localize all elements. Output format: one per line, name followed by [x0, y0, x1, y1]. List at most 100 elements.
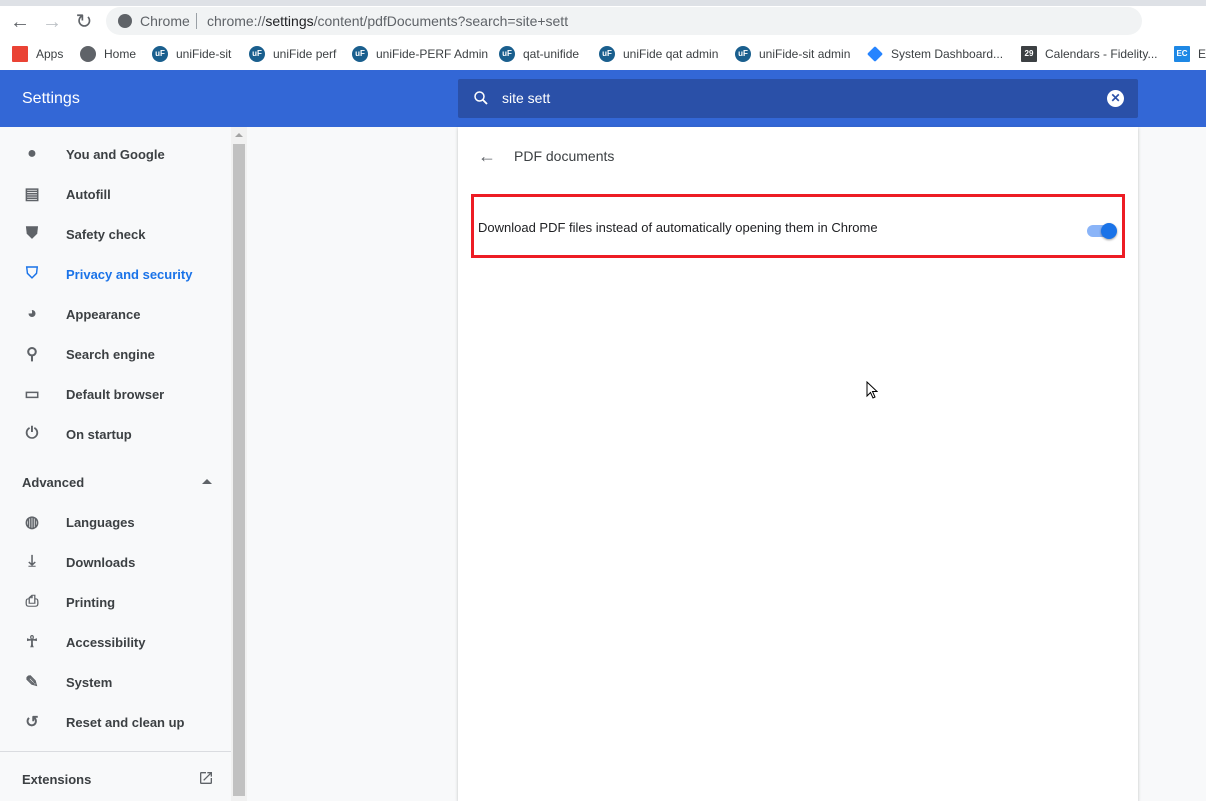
- apps-grid-icon: [12, 46, 28, 62]
- ec-icon: EC: [1174, 46, 1190, 62]
- sidebar-item-label: Accessibility: [66, 634, 146, 650]
- back-arrow-icon[interactable]: ←: [8, 10, 32, 34]
- bookmark-item[interactable]: uF uniFide perf: [249, 44, 336, 64]
- bookmark-label: qat-unifide: [523, 47, 580, 61]
- sidebar-item-on-startup[interactable]: ⏻ On startup: [0, 414, 231, 454]
- accessibility-icon: ☥: [26, 634, 38, 651]
- sidebar-item-label: Search engine: [66, 346, 155, 362]
- back-arrow-icon[interactable]: ←: [478, 146, 496, 167]
- chrome-icon: [118, 14, 132, 28]
- sidebar-item-search-engine[interactable]: ⚲ Search engine: [0, 334, 231, 374]
- browser-toolbar: ← → ↻ Chrome chrome://settings/content/p…: [0, 6, 1206, 38]
- bookmark-item[interactable]: Apps: [12, 44, 63, 64]
- sidebar-item-autofill[interactable]: ▤ Autofill: [0, 174, 231, 214]
- bookmark-label: Calendars - Fidelity...: [1045, 47, 1158, 61]
- jira-icon: [867, 46, 883, 62]
- sidebar-item-label: System: [66, 674, 113, 690]
- sidebar-scrollbar[interactable]: [231, 127, 247, 801]
- browser-icon: ▭: [24, 386, 40, 403]
- sidebar-item-system[interactable]: ✎ System: [0, 662, 231, 702]
- bookmark-item[interactable]: uF qat-unifide: [499, 44, 579, 64]
- sidebar-item-label: Privacy and security: [66, 266, 193, 282]
- clear-search-icon[interactable]: ✕: [1107, 90, 1124, 107]
- history-icon: ↺: [25, 714, 39, 731]
- sidebar-item-reset-and-clean-up[interactable]: ↺ Reset and clean up: [0, 702, 231, 742]
- download-icon: ⤓: [28, 553, 36, 570]
- bookmarks-bar: Apps Home uF uniFide-sit uF uniFide perf uF uni…: [0, 38, 1206, 70]
- sidebar-item-label: Default browser: [66, 386, 165, 402]
- bookmark-item[interactable]: uF uniFide-sit: [152, 44, 231, 64]
- bookmark-item[interactable]: 29 Calendars - Fidelity...: [1021, 44, 1157, 64]
- globe-icon: [80, 46, 96, 62]
- sidebar-item-label: Printing: [66, 594, 116, 610]
- wrench-icon: ✎: [25, 674, 39, 691]
- extensions-label: Extensions: [22, 772, 92, 787]
- caret-up-icon: [202, 479, 212, 484]
- sidebar-item-label: You and Google: [66, 146, 165, 162]
- bookmark-label: uniFide-sit admin: [759, 47, 851, 61]
- advanced-label: Advanced: [22, 475, 85, 490]
- sidebar-item-you-and-google[interactable]: ● You and Google: [0, 134, 231, 174]
- sidebar-item-safety-check[interactable]: ⛊ Safety check: [0, 214, 231, 254]
- open-in-new-icon: [200, 772, 212, 784]
- unifide-icon: uF: [599, 46, 615, 62]
- url-bold: settings: [265, 13, 314, 29]
- url-path: /content/pdfDocuments?search=site+sett: [313, 13, 569, 29]
- advanced-section-toggle[interactable]: Advanced: [22, 475, 212, 490]
- bookmark-label: Apps: [36, 47, 64, 61]
- scrollbar-thumb[interactable]: [233, 144, 245, 796]
- scroll-up-arrow-icon[interactable]: [235, 133, 243, 137]
- bookmark-label: uniFide perf: [273, 47, 337, 61]
- calendar-icon: 29: [1021, 46, 1037, 62]
- bookmark-item[interactable]: uF uniFide-PERF Admin: [352, 44, 488, 64]
- settings-header: Settings ✕: [0, 70, 1206, 127]
- subpage-title: PDF documents: [514, 148, 615, 164]
- sidebar-item-label: Languages: [66, 514, 135, 530]
- sidebar-item-languages[interactable]: ◍ Languages: [0, 502, 231, 542]
- bookmark-label: uniFide qat admin: [623, 47, 719, 61]
- sidebar-item-label: On startup: [66, 426, 132, 442]
- page-title: Settings: [22, 90, 80, 107]
- unifide-icon: uF: [499, 46, 515, 62]
- sidebar-item-privacy-and-security[interactable]: ⛉ Privacy and security: [0, 254, 231, 294]
- printer-icon: ⎙: [25, 593, 39, 610]
- forward-arrow-icon[interactable]: →: [40, 10, 64, 34]
- power-icon: ⏻: [25, 425, 39, 442]
- search-icon: [474, 91, 488, 105]
- bookmark-label: uniFide-sit: [176, 47, 232, 61]
- search-input[interactable]: [502, 87, 1082, 109]
- shield-icon: ⛉: [25, 265, 38, 282]
- palette-icon: ◕: [27, 305, 37, 322]
- bookmark-item[interactable]: System Dashboard...: [867, 44, 1003, 64]
- sidebar-item-extensions[interactable]: Extensions: [22, 772, 214, 787]
- sidebar-item-printing[interactable]: ⎙ Printing: [0, 582, 231, 622]
- pdf-documents-card: ← PDF documents Download PDF files inste…: [458, 127, 1138, 801]
- bookmark-item[interactable]: EC E: [1174, 44, 1206, 64]
- download-pdf-setting-label: Download PDF files instead of automatica…: [478, 220, 878, 235]
- omnibox-url[interactable]: chrome://settings/content/pdfDocuments?s…: [207, 7, 568, 35]
- sidebar-item-downloads[interactable]: ⤓ Downloads: [0, 542, 231, 582]
- sidebar-divider: [0, 751, 231, 752]
- sidebar-item-appearance[interactable]: ◕ Appearance: [0, 294, 231, 334]
- sidebar-item-label: Reset and clean up: [66, 714, 185, 730]
- sidebar-item-default-browser[interactable]: ▭ Default browser: [0, 374, 231, 414]
- sidebar-item-accessibility[interactable]: ☥ Accessibility: [0, 622, 231, 662]
- omnibox-separator: [196, 13, 197, 29]
- unifide-icon: uF: [735, 46, 751, 62]
- bookmark-label: System Dashboard...: [891, 47, 1004, 61]
- sidebar-item-label: Downloads: [66, 554, 136, 570]
- globe-icon: ◍: [25, 514, 39, 531]
- sidebar: Advanced Extensions ● You and Google ▤ Auto…: [0, 127, 231, 801]
- search-icon: ⚲: [26, 346, 38, 363]
- reload-icon[interactable]: ↻: [72, 10, 96, 34]
- settings-search[interactable]: ✕: [458, 79, 1138, 118]
- bookmark-item[interactable]: uF uniFide-sit admin: [735, 44, 850, 64]
- toggle-knob: [1101, 223, 1117, 239]
- unifide-icon: uF: [249, 46, 265, 62]
- download-pdf-toggle[interactable]: [1087, 223, 1117, 239]
- person-icon: ●: [27, 145, 37, 162]
- omnibox[interactable]: Chrome chrome://settings/content/pdfDocu…: [106, 7, 1142, 35]
- bookmark-item[interactable]: Home: [80, 44, 136, 64]
- bookmark-item[interactable]: uF uniFide qat admin: [599, 44, 718, 64]
- shield-check-icon: ⛊: [25, 225, 38, 242]
